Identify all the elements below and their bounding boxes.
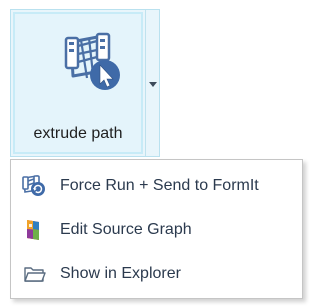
folder-icon [24, 267, 46, 282]
extrude-path-split-button: extrude path [10, 9, 160, 157]
extrude-path-graph-icon [64, 32, 120, 90]
menu-item-edit-source-graph[interactable]: Edit Source Graph [11, 212, 302, 248]
ribbon-panel: extrude path Force Run + Send to FormIt [0, 0, 313, 306]
menu-item-show-in-explorer[interactable]: Show in Explorer [11, 256, 302, 292]
menu-item-force-run[interactable]: Force Run + Send to FormIt [11, 168, 302, 204]
menu-item-edit-source-graph-label: Edit Source Graph [60, 221, 192, 238]
chevron-down-icon [149, 82, 157, 87]
extrude-path-label: extrude path [33, 125, 123, 142]
force-run-icon [22, 175, 45, 196]
dropdown-menu: Force Run + Send to FormIt Edit Source G… [10, 159, 303, 299]
extrude-path-dropdown-toggle[interactable] [145, 10, 159, 156]
extrude-path-button[interactable]: extrude path [13, 12, 143, 154]
menu-item-show-in-explorer-label: Show in Explorer [60, 265, 181, 282]
menu-item-force-run-label: Force Run + Send to FormIt [60, 177, 259, 194]
dynamo-graph-icon [27, 220, 39, 240]
